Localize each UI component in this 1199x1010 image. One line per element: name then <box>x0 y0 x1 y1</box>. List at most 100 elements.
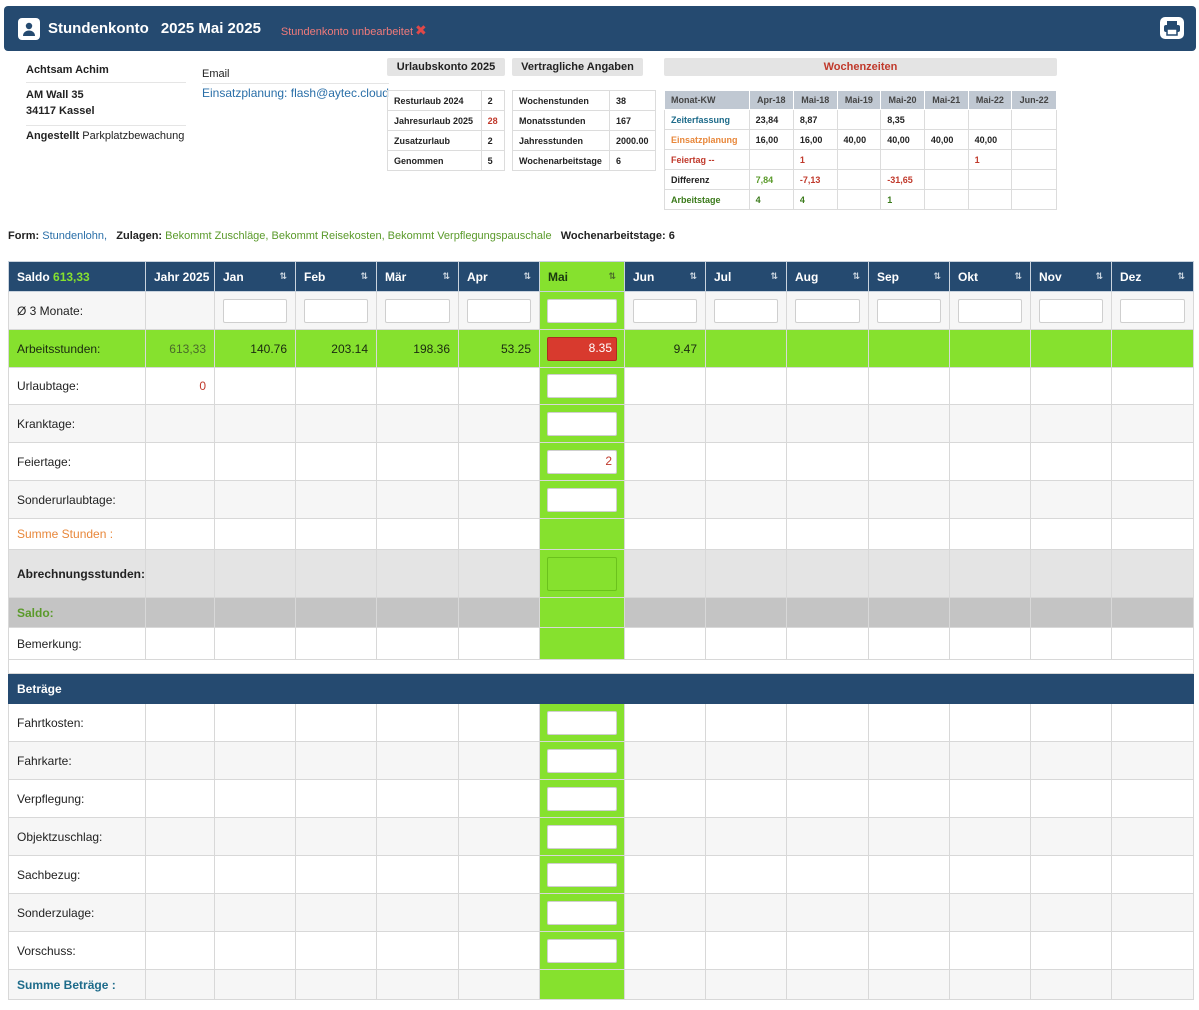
month-header-6[interactable]: Jun ⇅ <box>624 261 706 292</box>
mai-input[interactable] <box>547 824 617 849</box>
mai-input[interactable] <box>547 298 617 323</box>
avg-input[interactable] <box>467 298 531 323</box>
month-cell <box>624 741 706 780</box>
month-header-8[interactable]: Aug ⇅ <box>786 261 869 292</box>
kw-cell: 40,00 <box>923 129 969 150</box>
month-cell <box>1111 779 1194 818</box>
month-header-1[interactable]: Jan ⇅ <box>214 261 296 292</box>
urlaubtage-row: Urlaubtage: 0 <box>8 367 1194 405</box>
sort-icon[interactable]: ⇅ <box>523 271 531 282</box>
mai-input[interactable] <box>547 487 617 512</box>
month-cell <box>376 627 459 660</box>
avg-input[interactable] <box>633 298 697 323</box>
jahr-cell <box>145 404 215 443</box>
avg-input[interactable] <box>958 298 1022 323</box>
month-header-12[interactable]: Dez ⇅ <box>1111 261 1194 292</box>
jahr-cell <box>145 597 215 628</box>
jahr-cell <box>145 442 215 481</box>
month-cell <box>458 480 540 519</box>
month-cell <box>295 969 377 1000</box>
month-cell <box>786 480 869 519</box>
month-cell <box>214 855 296 894</box>
sort-icon[interactable]: ⇅ <box>279 271 287 282</box>
mai-input[interactable] <box>547 862 617 887</box>
month-header-3[interactable]: Mär ⇅ <box>376 261 459 292</box>
month-cell <box>539 969 625 1000</box>
mai-input[interactable] <box>547 374 617 398</box>
kw-cell <box>923 149 969 170</box>
month-header-4[interactable]: Apr ⇅ <box>458 261 540 292</box>
month-label: Jul <box>714 269 732 284</box>
avg-input[interactable] <box>223 298 287 323</box>
month-header-9[interactable]: Sep ⇅ <box>868 261 950 292</box>
sort-icon[interactable]: ⇅ <box>770 271 778 282</box>
avg-input[interactable] <box>1039 298 1103 323</box>
month-header-5[interactable]: Mai ⇅ <box>539 261 625 292</box>
sort-icon[interactable]: ⇅ <box>689 271 697 282</box>
month-cell <box>214 627 296 660</box>
month-cell <box>295 367 377 405</box>
employee-info: Achtsam Achim AM Wall 35 34117 Kassel An… <box>26 60 186 148</box>
close-icon[interactable]: ✖ <box>415 22 427 38</box>
month-header-10[interactable]: Okt ⇅ <box>949 261 1031 292</box>
sort-icon[interactable]: ⇅ <box>442 271 450 282</box>
print-button[interactable] <box>1160 17 1184 39</box>
row-label: Saldo: <box>8 597 146 628</box>
jahr-cell <box>145 291 215 330</box>
mai-input[interactable] <box>547 710 617 735</box>
avg-input[interactable] <box>877 298 941 323</box>
kw-row: Feiertag -- 1 1 <box>664 149 1057 170</box>
avg-input[interactable] <box>795 298 860 323</box>
month-cell <box>949 855 1031 894</box>
saldo-row: Saldo: <box>8 597 1194 628</box>
avg-input[interactable] <box>714 298 778 323</box>
month-cell <box>786 597 869 628</box>
month-label: Jun <box>633 269 655 284</box>
contact-info: Email Einsatzplanung: flash@aytec.cloud <box>202 68 389 100</box>
mai-input[interactable] <box>547 411 617 436</box>
sort-icon[interactable]: ⇅ <box>1014 271 1022 282</box>
kw-row: Differenz 7,84 -7,13 -31,65 <box>664 169 1057 190</box>
month-cell <box>458 597 540 628</box>
month-header-11[interactable]: Nov ⇅ <box>1030 261 1112 292</box>
month-cell <box>214 817 296 856</box>
spacer-row <box>8 659 1194 674</box>
month-cell <box>868 480 950 519</box>
mai-input[interactable]: 2 <box>547 449 617 474</box>
month-cell <box>1030 855 1112 894</box>
sort-icon[interactable]: ⇅ <box>360 271 368 282</box>
month-cell <box>868 855 950 894</box>
sort-icon[interactable]: ⇅ <box>852 271 860 282</box>
mai-input[interactable] <box>547 900 617 925</box>
kw-cell: 40,00 <box>836 129 882 150</box>
mai-input[interactable] <box>547 786 617 811</box>
mai-input[interactable] <box>547 556 617 591</box>
avg-input[interactable] <box>1120 298 1185 323</box>
sort-icon[interactable]: ⇅ <box>1177 271 1185 282</box>
month-cell <box>1030 931 1112 970</box>
month-cell <box>539 367 625 405</box>
month-cell <box>539 703 625 742</box>
avg-row: Ø 3 Monate: <box>8 291 1194 330</box>
mai-input[interactable] <box>547 938 617 963</box>
sort-icon[interactable]: ⇅ <box>1095 271 1103 282</box>
kw-cell: 4 <box>748 189 794 210</box>
month-header-7[interactable]: Jul ⇅ <box>705 261 787 292</box>
mai-input[interactable] <box>547 748 617 773</box>
feiertage-row: Feiertage: 2 <box>8 442 1194 481</box>
month-cell <box>705 549 787 598</box>
month-cell <box>539 741 625 780</box>
month-cell <box>786 969 869 1000</box>
arbeitsstunden-mai-input[interactable]: 8.35 <box>547 336 617 361</box>
abrechnung-row: Abrechnungsstunden: <box>8 549 1194 598</box>
sort-icon[interactable]: ⇅ <box>933 271 941 282</box>
month-cell <box>1111 931 1194 970</box>
month-header-2[interactable]: Feb ⇅ <box>295 261 377 292</box>
avg-input[interactable] <box>385 298 450 323</box>
month-cell <box>376 893 459 932</box>
month-cell <box>1030 703 1112 742</box>
row-value: 6 <box>608 150 657 171</box>
avg-input[interactable] <box>304 298 368 323</box>
sort-icon[interactable]: ⇅ <box>608 271 616 282</box>
email-link[interactable]: Einsatzplanung: flash@aytec.cloud <box>202 83 389 100</box>
